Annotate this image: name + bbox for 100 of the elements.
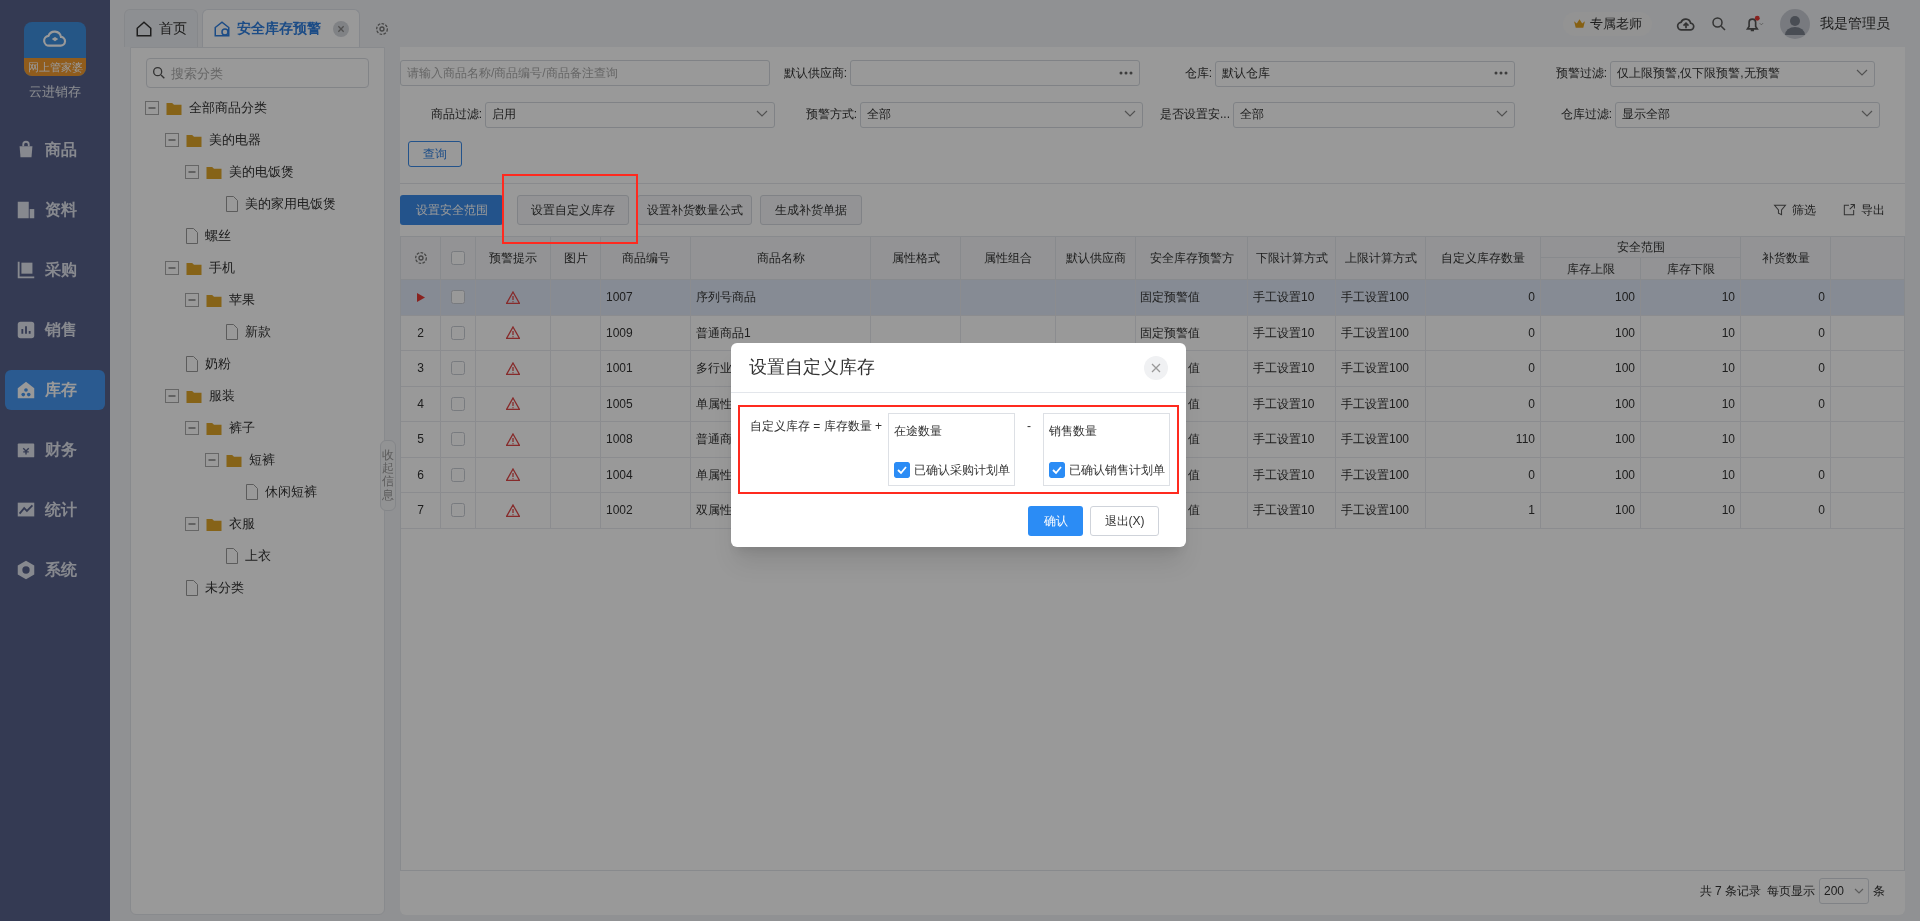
- nav-item[interactable]: 财务: [5, 429, 105, 470]
- file-icon: [185, 580, 199, 596]
- checkbox[interactable]: [451, 396, 465, 411]
- tree-item[interactable]: 短裤: [249, 450, 275, 470]
- dropdown[interactable]: 显示全部: [1615, 101, 1880, 128]
- checkbox-option[interactable]: 已确认销售计划单: [1049, 461, 1165, 479]
- checkbox[interactable]: [451, 325, 465, 340]
- column-header[interactable]: 库存下限: [1641, 258, 1741, 279]
- avatar[interactable]: [1780, 8, 1810, 39]
- column-header[interactable]: 属性组合: [961, 237, 1056, 279]
- nav-item[interactable]: 系统: [5, 549, 105, 590]
- column-header[interactable]: 商品名称: [691, 237, 871, 279]
- table-cell-text: 0: [1818, 502, 1825, 520]
- tree-item[interactable]: 服装: [209, 386, 235, 406]
- column-header[interactable]: 预警提示: [476, 237, 551, 279]
- tree-item[interactable]: 苹果: [229, 290, 255, 310]
- checkbox[interactable]: [451, 432, 465, 447]
- checkbox[interactable]: [1049, 462, 1066, 478]
- column-header[interactable]: 商品编号: [601, 237, 691, 279]
- search-icon[interactable]: [1710, 14, 1728, 33]
- file-icon: [185, 228, 199, 244]
- column-header[interactable]: 属性格式: [871, 237, 961, 279]
- toolbar-button[interactable]: 生成补货单据: [760, 194, 862, 225]
- toolbar-link[interactable]: 导出: [1842, 200, 1885, 219]
- nav-item[interactable]: 商品: [5, 129, 105, 170]
- column-header[interactable]: 下限计算方式: [1248, 237, 1336, 279]
- table-cell-text: 110: [1515, 431, 1535, 449]
- checkbox[interactable]: [451, 467, 465, 482]
- picker-field[interactable]: [850, 60, 1140, 86]
- column-header[interactable]: 补货数量: [1741, 237, 1831, 279]
- table-cell-text: 手工设置10: [1253, 360, 1315, 378]
- collapse-toggle-icon[interactable]: [185, 421, 199, 435]
- settings-icon[interactable]: [374, 21, 390, 37]
- table-cell-text: 100: [1614, 431, 1635, 449]
- table-cell-text: 0: [1818, 360, 1825, 378]
- warehouse-icon: [213, 19, 231, 38]
- tree-item[interactable]: 美的电器: [209, 130, 261, 150]
- collapse-toggle-icon[interactable]: [205, 453, 219, 467]
- tab[interactable]: 安全库存预警: [202, 9, 360, 47]
- tree-item[interactable]: 全部商品分类: [189, 98, 267, 118]
- tree-item[interactable]: 美的电饭煲: [229, 162, 294, 182]
- close-icon[interactable]: [333, 20, 349, 37]
- nav-item[interactable]: 统计: [5, 489, 105, 530]
- table-cell-text: 手工设置100: [1341, 360, 1410, 378]
- page-size-unit: 条: [1873, 883, 1885, 900]
- row-number: 2: [417, 324, 424, 342]
- dialog-button[interactable]: 退出(X): [1090, 506, 1159, 536]
- tree-item[interactable]: 手机: [209, 258, 235, 278]
- collapse-toggle-icon[interactable]: [185, 165, 199, 179]
- column-header[interactable]: 安全库存预警方: [1136, 237, 1248, 279]
- query-button[interactable]: 查询: [408, 141, 462, 167]
- collapse-toggle-icon[interactable]: [185, 293, 199, 307]
- tree-item[interactable]: 奶粉: [205, 354, 231, 374]
- user-name[interactable]: 我是管理员: [1820, 13, 1890, 34]
- tree-item[interactable]: 美的家用电饭煲: [245, 194, 336, 214]
- tree-item[interactable]: 休闲短裤: [265, 482, 317, 502]
- toolbar-button[interactable]: 设置补货数量公式: [637, 194, 752, 225]
- column-header[interactable]: 图片: [551, 237, 601, 279]
- dropdown[interactable]: 全部: [1233, 101, 1515, 128]
- nav-item[interactable]: 资料: [5, 189, 105, 230]
- dropdown[interactable]: 仅上限预警,仅下限预警,无预警: [1610, 60, 1875, 87]
- dialog-button[interactable]: 确认: [1028, 506, 1083, 536]
- tree-item[interactable]: 未分类: [205, 578, 244, 598]
- checkbox[interactable]: [451, 251, 465, 265]
- checkbox[interactable]: [451, 503, 465, 518]
- column-header[interactable]: 上限计算方式: [1336, 237, 1426, 279]
- table-cell-text: 手工设置10: [1253, 395, 1315, 413]
- toolbar-button[interactable]: 设置安全范围: [400, 194, 503, 225]
- tree-item[interactable]: 裤子: [229, 418, 255, 438]
- column-header[interactable]: 库存上限: [1541, 258, 1641, 279]
- dropdown[interactable]: 启用: [485, 101, 775, 128]
- picker-field[interactable]: 默认仓库: [1215, 60, 1515, 87]
- column-header[interactable]: 默认供应商: [1056, 237, 1136, 279]
- nav-item[interactable]: 采购: [5, 249, 105, 290]
- toolbar-link[interactable]: 筛选: [1773, 200, 1816, 219]
- collapse-toggle-icon[interactable]: [145, 101, 159, 115]
- collapse-toggle-icon[interactable]: [165, 133, 179, 147]
- collapse-toggle-icon[interactable]: [185, 517, 199, 531]
- close-icon[interactable]: [1144, 355, 1168, 380]
- column-header[interactable]: 自定义库存数量: [1426, 237, 1541, 279]
- checkbox[interactable]: [894, 462, 911, 478]
- table-cell-text: 1009: [606, 324, 633, 342]
- tree-item[interactable]: 衣服: [229, 514, 255, 534]
- tree-item[interactable]: 新款: [245, 322, 271, 342]
- tree-item[interactable]: 上衣: [245, 546, 271, 566]
- collapse-toggle-icon[interactable]: [165, 389, 179, 403]
- table-cell-text: 值: [1188, 502, 1200, 520]
- settings-icon[interactable]: [412, 250, 429, 266]
- nav-item[interactable]: 销售: [5, 309, 105, 350]
- page-size-dropdown[interactable]: 200: [1819, 878, 1869, 904]
- toolbar-button[interactable]: 设置自定义库存: [517, 194, 629, 225]
- tree-item[interactable]: 螺丝: [205, 226, 231, 246]
- field-label: 预警方式:: [804, 106, 858, 123]
- checkbox[interactable]: [451, 361, 465, 376]
- tab[interactable]: 首页: [124, 9, 198, 47]
- dropdown[interactable]: 全部: [860, 101, 1143, 128]
- checkbox[interactable]: [451, 290, 465, 305]
- table-row[interactable]: 1007 序列号商品 固定预警值 手工设置10 手工设置100 0 100 10 0: [401, 280, 1904, 316]
- collapse-toggle-icon[interactable]: [165, 261, 179, 275]
- checkbox-option[interactable]: 已确认采购计划单: [894, 461, 1010, 479]
